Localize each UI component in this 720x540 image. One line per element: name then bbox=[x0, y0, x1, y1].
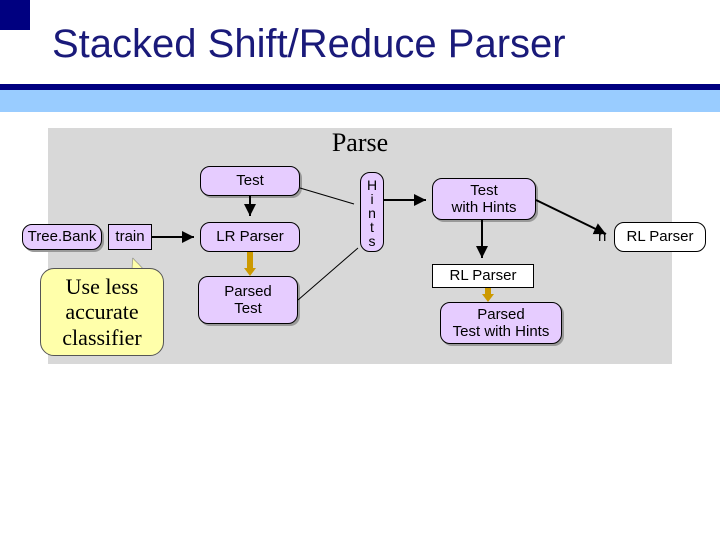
node-rl-parser-mid: RL Parser bbox=[432, 264, 534, 288]
node-test: Test bbox=[200, 166, 300, 196]
slide-title: Stacked Shift/Reduce Parser bbox=[52, 22, 566, 67]
node-lr-parser: LR Parser bbox=[200, 222, 300, 252]
node-treebank: Tree.Bank bbox=[22, 224, 102, 250]
stray-char: n bbox=[598, 228, 606, 245]
parse-heading: Parse bbox=[48, 128, 672, 158]
node-parsed-test: Parsed Test bbox=[198, 276, 298, 324]
slide-corner-accent bbox=[0, 0, 30, 30]
node-test-with-hints: Test with Hints bbox=[432, 178, 536, 220]
node-train: train bbox=[108, 224, 152, 250]
node-rl-parser-right: RL Parser bbox=[614, 222, 706, 252]
node-hints: H i n t s bbox=[360, 172, 384, 252]
callout-bubble: Use less accurate classifier bbox=[40, 268, 164, 356]
node-parsed-test-with-hints: Parsed Test with Hints bbox=[440, 302, 562, 344]
title-underline-light bbox=[0, 90, 720, 112]
